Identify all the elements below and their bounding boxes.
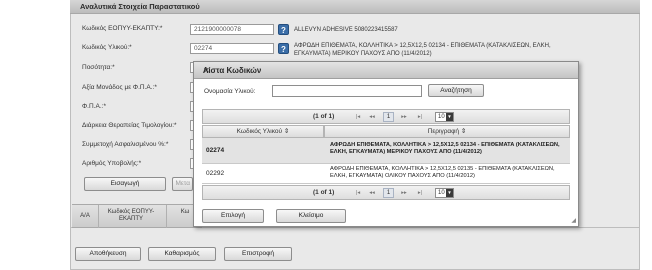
first-page-icon[interactable]: |◂ [353,113,363,121]
clear-button[interactable]: Καθαρισμός [148,247,216,261]
page-size-select[interactable]: 10 ▼ [435,188,454,198]
product-description-line2: ΕΓΚΑΥΜΑΤΑ) ΜΕΡΙΚΟΥ ΠΑΧΟΥΣ ΑΠΟ (11/4/2012… [294,51,432,57]
page-number[interactable]: 1 [383,112,394,122]
product-description-line1: ΑΦΡΩΔΗ ΕΠΙΘΕΜΑΤΑ, ΚΟΛΛΗΤΙΚΑ > 12,5Χ12,5 … [294,43,551,49]
prev-page-icon[interactable]: ◂◂ [367,189,377,197]
sort-icon: ⇕ [283,128,290,135]
top-pager: (1 of 1) |◂ ◂◂ 1 ▸▸ ▸| 10 ▼ [202,109,570,124]
partial-hidden-button[interactable]: Μετα [172,177,193,191]
material-code-input[interactable]: 02274 [190,43,274,54]
eopyy-code-input[interactable]: 2121900000078 [190,24,274,35]
table-row[interactable]: 02274 ΑΦΡΩΔΗ ΕΠΙΘΕΜΑΤΑ, ΚΟΛΛΗΤΙΚΑ > 12,5… [202,138,570,164]
page-size-value: 10 [438,190,445,196]
col-description-label: Περιγραφή [427,128,459,135]
table-row[interactable]: 02292 ΑΦΡΩΔΗ ΕΠΙΘΕΜΑΤΑ, ΚΟΛΛΗΤΙΚΑ > 12,5… [202,164,570,184]
therapy-duration-label: Διάρκεια Θεραπείας Τιμολογίου:* [82,122,177,129]
first-page-icon[interactable]: |◂ [353,189,363,197]
prev-page-icon[interactable]: ◂◂ [367,113,377,121]
last-page-icon[interactable]: ▸| [415,113,425,121]
sort-icon: ⇕ [460,128,467,135]
next-page-icon[interactable]: ▸▸ [399,189,409,197]
back-button[interactable]: Επιστροφή [224,247,292,261]
quantity-label: Ποσότητα:* [82,64,115,71]
row-description: ΑΦΡΩΔΗ ΕΠΙΘΕΜΑΤΑ, ΚΟΛΛΗΤΙΚΑ > 12,5Χ12,5 … [330,142,560,155]
items-grid-header: Α/Α Κωδικός ΕΟΠΥΥ-ΕΚΑΠΤΥ Κω [72,204,202,229]
row-code: 02292 [206,170,225,177]
chevron-down-icon: ▼ [446,189,453,197]
pager-info: (1 of 1) [313,189,335,196]
row-code: 02274 [206,147,225,154]
page-size-value: 10 [438,114,445,120]
product-name: ALLEVYN ADHESIVE 5080223415587 [294,27,398,33]
vat-label: Φ.Π.Α.:* [82,103,106,110]
material-name-label: Ονομασία Υλικού: [204,88,256,95]
help-icon[interactable]: ? [278,24,289,35]
page-number[interactable]: 1 [383,188,394,198]
details-panel-header: Αναλυτικά Στοιχεία Παραστατικού [70,0,640,14]
page-size-select[interactable]: 10 ▼ [435,112,454,122]
next-page-icon[interactable]: ▸▸ [399,113,409,121]
resize-grip-icon[interactable]: ◢ [571,217,576,224]
insert-button[interactable]: Εισαγωγή [84,177,166,191]
close-button[interactable]: Κλείσιμο [276,209,346,223]
save-button[interactable]: Αποθήκευση [75,247,141,261]
material-name-input[interactable] [272,85,422,97]
unit-value-label: Αξία Μονάδος με Φ.Π.Α.:* [82,84,157,91]
chevron-down-icon: ▼ [446,113,453,121]
last-page-icon[interactable]: ▸| [415,189,425,197]
help-icon[interactable]: ? [278,43,289,54]
col-material-code-label: Κωδικός Υλικού [236,128,283,135]
col-description[interactable]: Περιγραφή ⇕ [324,125,570,138]
select-button[interactable]: Επιλογή [202,209,264,223]
row-description: ΑΦΡΩΔΗ ΕΠΙΘΕΜΑΤΑ, ΚΟΛΛΗΤΙΚΑ > 12,5Χ12,5 … [330,166,555,179]
grid-col-eopyy-code[interactable]: Κωδικός ΕΟΠΥΥ-ΕΚΑΠΤΥ [100,209,162,223]
insured-participation-label: Συμμετοχή Ασφαλισμένου %:* [82,141,169,148]
col-material-code[interactable]: Κωδικός Υλικού ⇕ [202,125,324,138]
bottom-pager: (1 of 1) |◂ ◂◂ 1 ▸▸ ▸| 10 ▼ [202,185,570,200]
dialog-titlebar[interactable]: Λίστα Κωδικών ✕ [194,62,578,79]
search-button[interactable]: Αναζήτηση [428,84,484,97]
submission-number-label: Αριθμός Υποβολής:* [82,160,142,167]
material-code-label: Κωδικός Υλικού:* [82,44,132,51]
eopyy-code-label: Κωδικός ΕΟΠΥΥ-ΕΚΑΠΤΥ:* [82,25,163,32]
code-list-dialog: Λίστα Κωδικών ✕ Ονομασία Υλικού: Αναζήτη… [193,61,579,227]
grid-col-aa[interactable]: Α/Α [76,213,94,220]
details-panel-title: Αναλυτικά Στοιχεία Παραστατικού [80,2,200,11]
close-icon[interactable]: ✕ [203,66,572,75]
pager-info: (1 of 1) [313,113,335,120]
